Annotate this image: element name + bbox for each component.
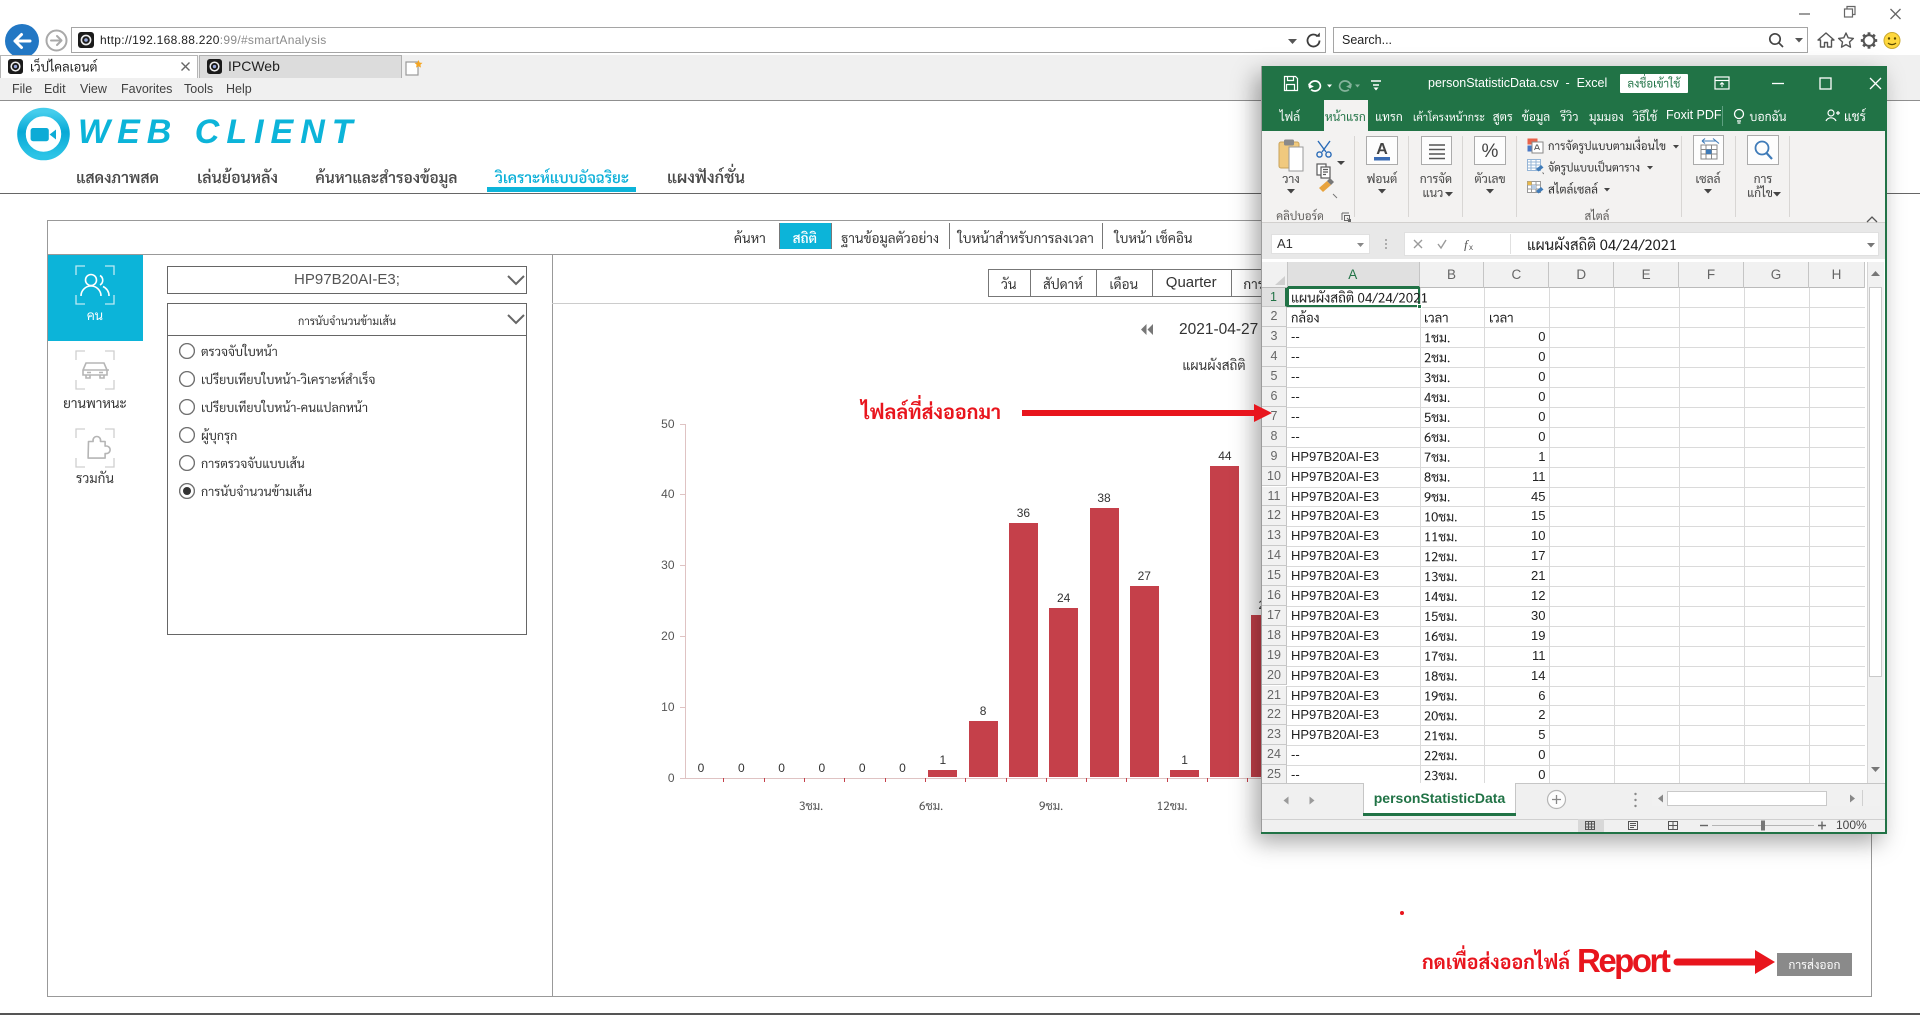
svg-text:A: A	[1377, 141, 1389, 158]
svg-text:x: x	[1469, 243, 1473, 251]
svg-text:%: %	[1482, 141, 1499, 162]
